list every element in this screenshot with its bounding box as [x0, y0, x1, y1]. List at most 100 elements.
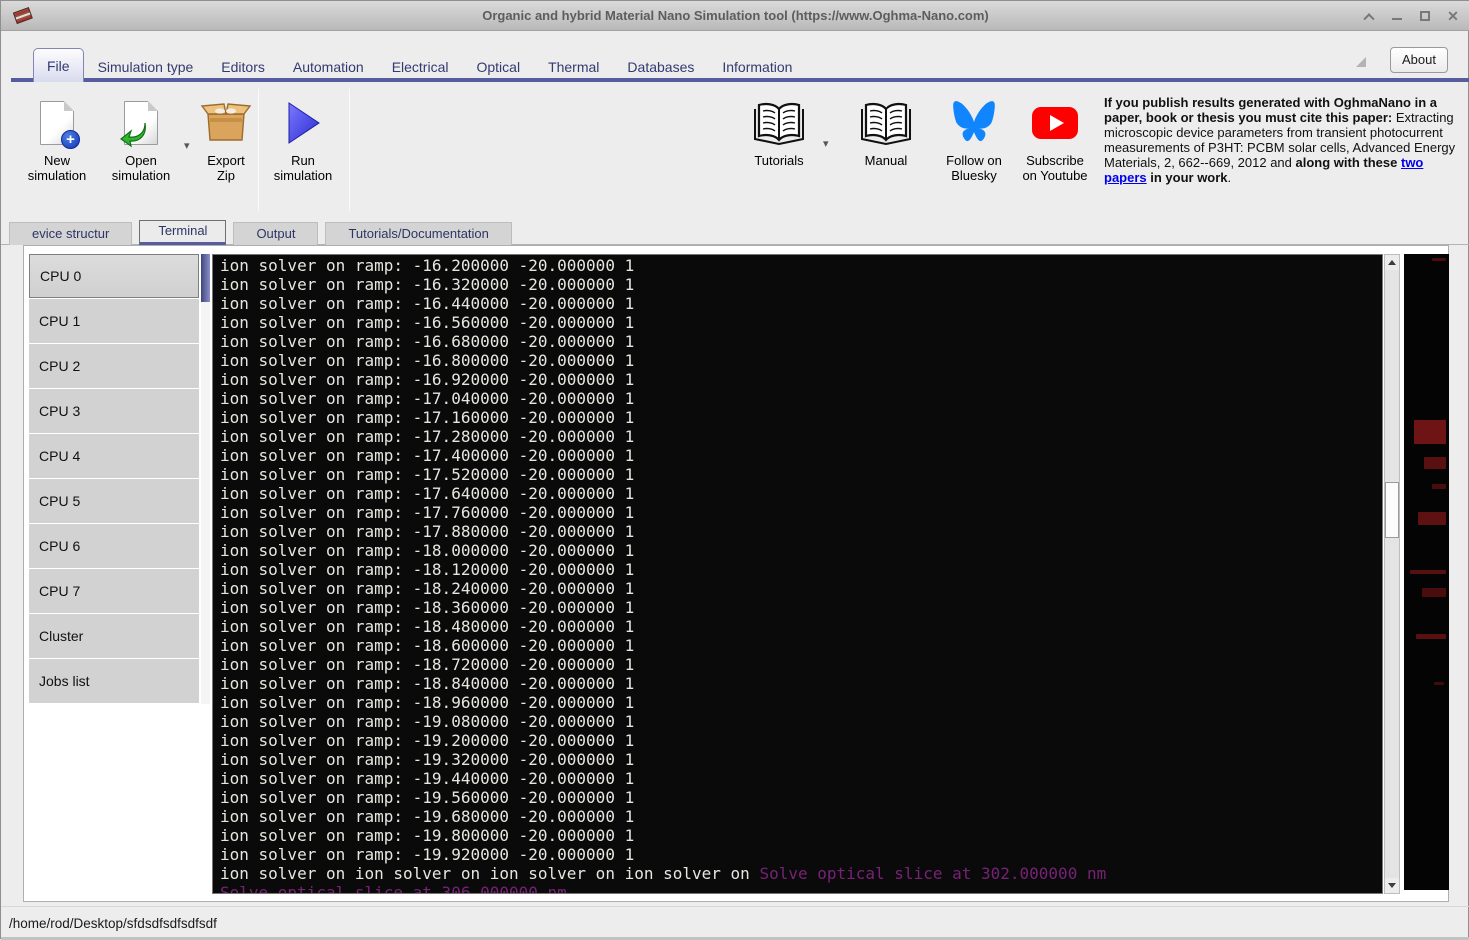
terminal-mixed-white: ion solver on ion solver on ion solver o… — [220, 864, 760, 883]
terminal-line: ion solver on ramp: -17.280000 -20.00000… — [220, 427, 635, 446]
minimap-mark — [1432, 258, 1446, 261]
terminal-line: ion solver on ramp: -19.080000 -20.00000… — [220, 712, 635, 731]
cpu-list-item[interactable]: CPU 7 — [29, 569, 199, 613]
terminal-line: ion solver on ramp: -16.680000 -20.00000… — [220, 332, 635, 351]
minimap-mark — [1416, 634, 1446, 639]
export-zip-button[interactable]: Export Zip — [191, 97, 261, 184]
terminal-line: ion solver on ramp: -19.320000 -20.00000… — [220, 750, 635, 769]
terminal-line-mixed: ion solver on ion solver on ion solver o… — [220, 864, 1382, 883]
terminal-line: ion solver on ramp: -18.960000 -20.00000… — [220, 693, 635, 712]
tutorials-label: Tutorials — [754, 153, 804, 168]
document-tabs: evice structur Terminal Output Tutorials/Do… — [1, 220, 1469, 246]
follow-bluesky-button[interactable]: Follow on Bluesky — [936, 97, 1012, 184]
menu-item[interactable]: Information — [708, 52, 806, 82]
open-simulation-button[interactable]: Open simulation — [101, 97, 181, 184]
citation-bold-intro: If you publish results generated with Og… — [1104, 95, 1437, 125]
cpu-list-item[interactable]: CPU 2 — [29, 344, 199, 388]
bluesky-label: Follow on Bluesky — [946, 153, 1002, 184]
scroll-down-button[interactable] — [1385, 878, 1399, 893]
menu-item[interactable]: Optical — [462, 52, 534, 82]
run-simulation-button[interactable]: Run simulation — [263, 97, 343, 184]
terminal-line: ion solver on ramp: -17.880000 -20.00000… — [220, 522, 635, 541]
minimap-mark — [1434, 682, 1444, 685]
cpu-list-item[interactable]: CPU 4 — [29, 434, 199, 478]
window-title: Organic and hybrid Material Nano Simulat… — [482, 8, 989, 23]
terminal-line: ion solver on ramp: -16.320000 -20.00000… — [220, 275, 635, 294]
cpu-list-item[interactable]: CPU 0 — [29, 254, 199, 298]
terminal-line-clipped: Solve optical slice at 306.000000 nm — [220, 883, 567, 894]
open-document-icon — [119, 101, 158, 148]
cpu-list-item[interactable]: Cluster — [29, 614, 199, 658]
doc-tab[interactable]: evice structur — [9, 222, 133, 245]
terminal-minimap — [1404, 254, 1449, 890]
open-book-icon — [861, 102, 911, 145]
cpu-list-scrollbar[interactable] — [201, 254, 210, 704]
manual-button[interactable]: Manual — [851, 97, 921, 168]
terminal-line: ion solver on ramp: -17.040000 -20.00000… — [220, 389, 635, 408]
open-dropdown-arrow-icon[interactable]: ▾ — [184, 139, 190, 152]
terminal-line: ion solver on ramp: -17.160000 -20.00000… — [220, 408, 635, 427]
terminal-line: ion solver on ramp: -18.480000 -20.00000… — [220, 617, 635, 636]
title-bar: Organic and hybrid Material Nano Simulat… — [1, 1, 1469, 31]
minimap-mark — [1410, 570, 1446, 574]
box-icon — [200, 103, 252, 141]
terminal-line: ion solver on ramp: -19.200000 -20.00000… — [220, 731, 635, 750]
citation-bold-end: in your work — [1146, 170, 1228, 185]
play-icon — [288, 102, 320, 144]
menu-item[interactable]: Automation — [279, 52, 378, 82]
doc-tab[interactable]: Output — [233, 222, 319, 245]
minimize-window-icon[interactable] — [1390, 9, 1404, 23]
citation-text: If you publish results generated with Og… — [1104, 95, 1456, 185]
shade-window-icon[interactable] — [1362, 9, 1376, 25]
youtube-icon — [1032, 107, 1078, 139]
terminal-scrollbar-thumb[interactable] — [1385, 482, 1399, 538]
cpu-list-scrollbar-thumb[interactable] — [201, 254, 210, 302]
doc-tab[interactable]: Tutorials/Documentation — [325, 222, 512, 245]
terminal-ramp-lines: ion solver on ramp: -16.200000 -20.00000… — [220, 256, 1382, 864]
terminal-line: ion solver on ramp: -18.600000 -20.00000… — [220, 636, 635, 655]
minimap-mark — [1418, 512, 1446, 525]
cpu-list-item[interactable]: CPU 6 — [29, 524, 199, 568]
cpu-list-item[interactable]: Jobs list — [29, 659, 199, 703]
terminal-line: ion solver on ramp: -18.360000 -20.00000… — [220, 598, 635, 617]
menu-item[interactable]: File — [33, 48, 84, 82]
menu-item[interactable]: Simulation type — [84, 52, 208, 82]
open-book-icon — [754, 102, 804, 145]
cpu-list-item[interactable]: CPU 3 — [29, 389, 199, 433]
new-simulation-label: New simulation — [27, 153, 87, 184]
terminal-line: ion solver on ramp: -19.920000 -20.00000… — [220, 845, 635, 864]
new-document-icon: + — [40, 101, 80, 149]
toolbar-separator — [258, 89, 259, 211]
minimap-mark — [1422, 588, 1446, 597]
menu-items: File Simulation type Editors Automation Elec… — [33, 48, 806, 82]
terminal-output[interactable]: ion solver on ramp: -16.200000 -20.00000… — [212, 254, 1383, 894]
scroll-up-button[interactable] — [1385, 255, 1399, 270]
about-button[interactable]: About — [1390, 47, 1448, 73]
doc-tab[interactable]: Terminal — [139, 220, 227, 246]
menu-item[interactable]: Databases — [613, 52, 708, 82]
terminal-line: ion solver on ramp: -19.680000 -20.00000… — [220, 807, 635, 826]
minimap-mark — [1432, 484, 1446, 489]
menu-item[interactable]: Thermal — [534, 52, 613, 82]
cpu-list-item[interactable]: CPU 1 — [29, 299, 199, 343]
terminal-scrollbar[interactable] — [1384, 254, 1400, 894]
toolbar: + New simulation Open simulation ▾ Expor… — [1, 83, 1469, 220]
subscribe-youtube-button[interactable]: Subscribe on Youtube — [1016, 97, 1094, 184]
terminal-line: ion solver on ramp: -19.560000 -20.00000… — [220, 788, 635, 807]
new-simulation-button[interactable]: + New simulation — [17, 97, 97, 184]
terminal-line: ion solver on ramp: -16.920000 -20.00000… — [220, 370, 635, 389]
close-window-icon[interactable]: ✕ — [1446, 9, 1460, 23]
menu-item[interactable]: Editors — [207, 52, 279, 82]
cpu-list-item[interactable]: CPU 5 — [29, 479, 199, 523]
menu-bar: File Simulation type Editors Automation Elec… — [1, 31, 1469, 83]
maximize-window-icon[interactable] — [1418, 9, 1432, 23]
tutorials-dropdown-arrow-icon[interactable]: ▾ — [823, 137, 829, 150]
terminal-line: ion solver on ramp: -19.800000 -20.00000… — [220, 826, 635, 845]
tutorials-button[interactable]: Tutorials — [741, 97, 817, 168]
minimap-mark — [1424, 457, 1446, 469]
terminal-line: ion solver on ramp: -16.440000 -20.00000… — [220, 294, 635, 313]
run-simulation-label: Run simulation — [273, 153, 333, 184]
terminal-page: CPU 0 CPU 1 CPU 2 CPU 3 CPU 4 CPU 5 CPU 6 CPU 7… — [23, 245, 1449, 902]
menu-item[interactable]: Electrical — [378, 52, 463, 82]
scroll-down-arrow-icon — [1388, 883, 1396, 888]
